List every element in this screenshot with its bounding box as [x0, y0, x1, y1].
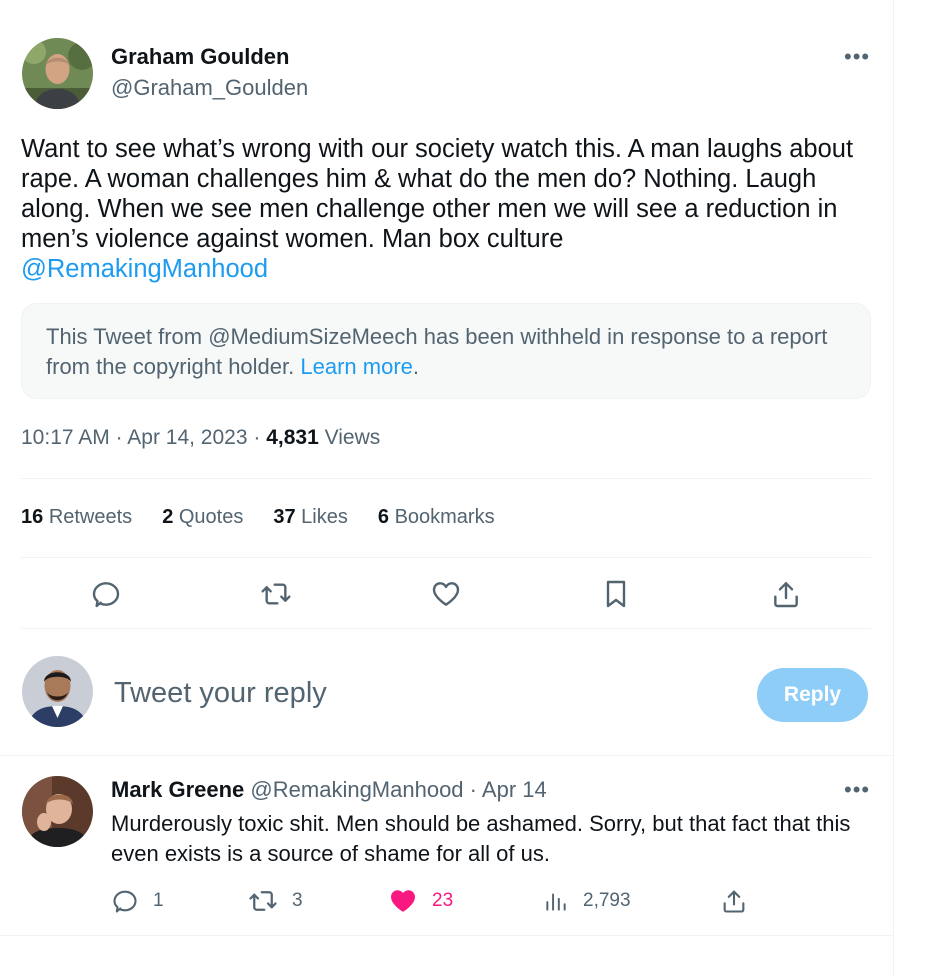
liked-heart-icon — [391, 890, 415, 912]
meta-separator: · — [253, 426, 261, 449]
withheld-end: . — [412, 354, 420, 379]
meta-separator: · — [469, 777, 477, 802]
stat-quotes[interactable]: 2 Quotes — [162, 506, 243, 529]
tweet-time[interactable]: 10:17 AM — [21, 426, 110, 449]
mention-link[interactable]: @RemakingManhood — [21, 255, 268, 283]
divider — [0, 935, 893, 936]
reply-retweets[interactable]: 3 — [248, 886, 303, 916]
retweet-icon — [249, 891, 277, 911]
stat-bookmarks[interactable]: 6 Bookmarks — [378, 506, 495, 529]
reply-views[interactable]: 2,793 — [543, 886, 631, 916]
author-avatar[interactable] — [22, 38, 93, 109]
like-icon[interactable] — [428, 576, 464, 612]
engagement-stats: 16 Retweets 2 Quotes 37 Likes 6 Bookmark… — [21, 506, 495, 529]
retweet-icon[interactable] — [258, 576, 294, 612]
reply-icon[interactable] — [88, 576, 124, 612]
divider — [21, 478, 871, 479]
like-count: 23 — [432, 890, 454, 911]
tweet-meta: 10:17 AM · Apr 14, 2023 · 4,831 Views — [21, 426, 380, 450]
share-icon[interactable] — [768, 576, 804, 612]
reply-author-avatar[interactable] — [22, 776, 93, 847]
tweet-date[interactable]: Apr 14, 2023 — [127, 426, 247, 449]
tweet-text-main: Want to see what’s wrong with our societ… — [21, 135, 854, 253]
reply-share[interactable] — [720, 886, 748, 916]
reply-replies[interactable]: 1 — [111, 886, 164, 916]
reply-author-name[interactable]: Mark Greene — [111, 777, 244, 802]
views-count: 2,793 — [583, 890, 631, 911]
stat-likes[interactable]: 37 Likes — [273, 506, 348, 529]
user-avatar[interactable] — [22, 656, 93, 727]
divider — [0, 755, 893, 756]
reply-more-options-icon[interactable]: ••• — [844, 779, 870, 801]
author-handle[interactable]: @Graham_Goulden — [111, 75, 308, 101]
reply-input[interactable]: Tweet your reply — [114, 677, 327, 710]
reply-button[interactable]: Reply — [757, 668, 868, 722]
author-name[interactable]: Graham Goulden — [111, 44, 289, 70]
reply-date[interactable]: Apr 14 — [482, 777, 547, 802]
meta-separator: · — [115, 426, 123, 449]
reply-likes[interactable]: 23 — [388, 886, 453, 916]
right-gutter — [894, 0, 932, 976]
withheld-notice: This Tweet from @MediumSizeMeech has bee… — [21, 303, 871, 399]
reply-count: 1 — [153, 890, 164, 911]
divider — [21, 557, 871, 558]
learn-more-link[interactable]: Learn more — [300, 354, 413, 379]
divider — [21, 628, 871, 629]
views-chart-icon — [546, 893, 566, 911]
tweet-text: Want to see what’s wrong with our societ… — [21, 134, 871, 284]
bookmark-icon[interactable] — [598, 576, 634, 612]
retweet-count: 3 — [292, 890, 303, 911]
reply-text: Murderously toxic shit. Men should be as… — [111, 811, 851, 866]
reply-author-handle[interactable]: @RemakingManhood — [250, 777, 463, 802]
reply-header: Mark Greene @RemakingManhood · Apr 14 — [111, 777, 547, 803]
views-count: 4,831 — [266, 426, 319, 449]
reply-icon — [113, 890, 137, 913]
more-options-icon[interactable]: ••• — [844, 46, 870, 68]
views-label: Views — [324, 426, 381, 449]
withheld-text: This Tweet from @MediumSizeMeech has bee… — [46, 324, 828, 379]
stat-retweets[interactable]: 16 Retweets — [21, 506, 132, 529]
share-icon — [723, 890, 745, 913]
